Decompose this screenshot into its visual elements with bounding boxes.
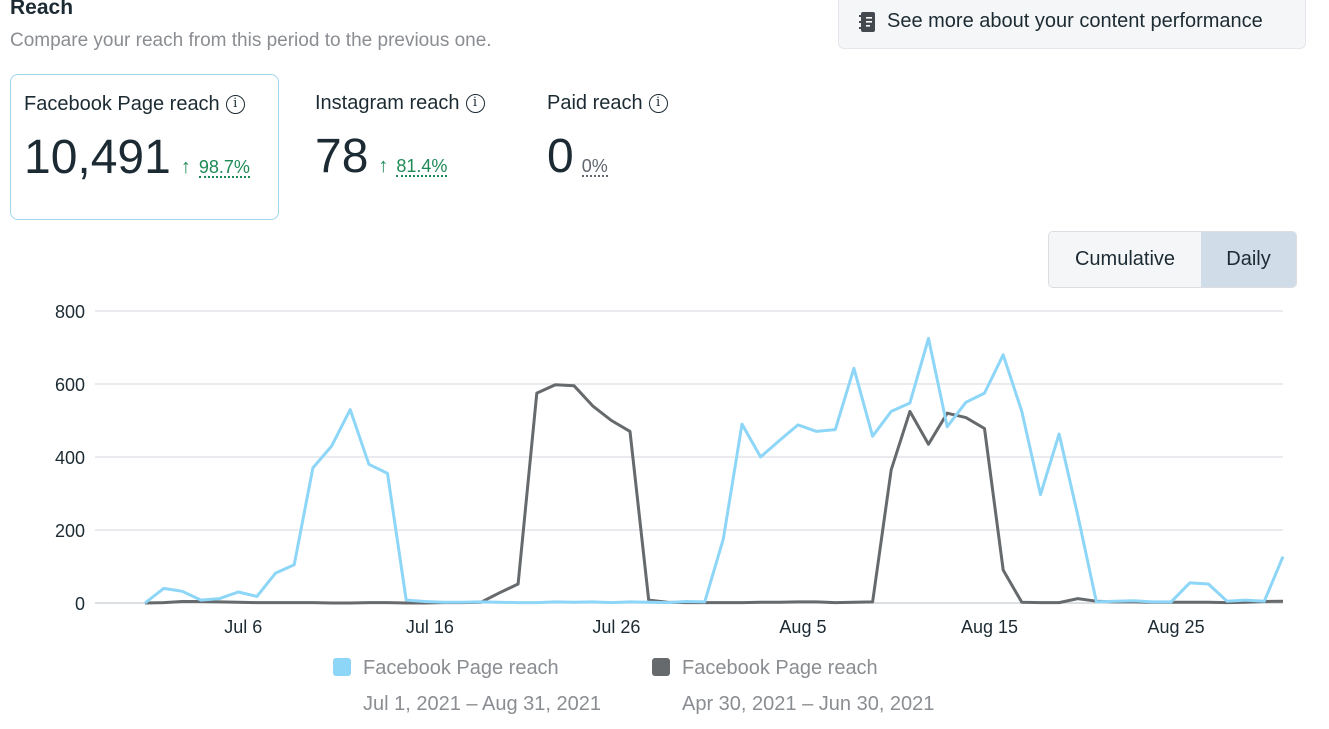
- reach-line-chart: 0 200 400 600 800 Jul 6 Jul 16 Jul 26 Aug 5 Aug …: [55, 302, 1285, 637]
- y-tick-label: 600: [55, 375, 85, 395]
- x-tick-label: Jul 16: [406, 617, 454, 637]
- legend-current-name: Facebook Page reach: [363, 657, 559, 679]
- legend-swatch-previous: [652, 658, 670, 676]
- x-tick-label: Jul 26: [592, 617, 640, 637]
- y-tick-label: 200: [55, 521, 85, 541]
- legend-previous-period: Apr 30, 2021 – Jun 30, 2021: [682, 693, 935, 715]
- legend-swatch-current: [333, 658, 351, 676]
- x-tick-label: Aug 25: [1148, 617, 1205, 637]
- legend-previous-name: Facebook Page reach: [682, 657, 878, 679]
- y-tick-label: 0: [75, 594, 85, 614]
- y-tick-label: 400: [55, 448, 85, 468]
- y-tick-label: 800: [55, 302, 85, 322]
- legend-current-period: Jul 1, 2021 – Aug 31, 2021: [363, 693, 601, 715]
- x-tick-label: Aug 15: [961, 617, 1018, 637]
- x-tick-label: Aug 5: [779, 617, 826, 637]
- series-line-current: [144, 336, 1285, 605]
- x-tick-label: Jul 6: [224, 617, 262, 637]
